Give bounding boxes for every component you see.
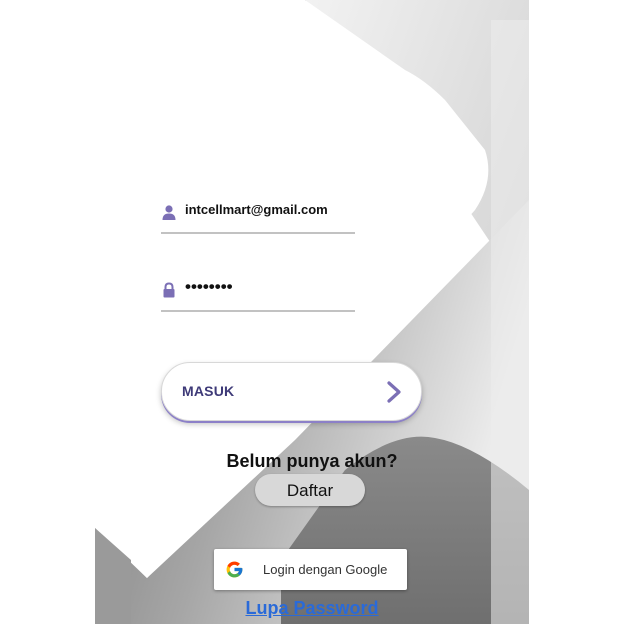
lock-icon	[163, 282, 175, 298]
password-value: ••••••••	[185, 277, 233, 296]
chevron-right-icon	[387, 381, 401, 403]
register-button[interactable]: Daftar	[255, 474, 365, 506]
login-screen: intcellmart@gmail.com •••••••• MASUK Bel…	[95, 0, 529, 624]
submit-button[interactable]: MASUK	[161, 362, 422, 421]
background-graphic	[95, 0, 529, 624]
submit-label: MASUK	[182, 383, 235, 399]
google-logo-icon	[226, 561, 243, 578]
password-field[interactable]: ••••••••	[161, 276, 355, 312]
google-login-button[interactable]: Login dengan Google	[214, 549, 407, 590]
user-icon	[162, 205, 176, 220]
email-value: intcellmart@gmail.com	[185, 202, 328, 217]
register-label: Daftar	[286, 481, 334, 500]
google-login-label: Login dengan Google	[263, 562, 388, 577]
no-account-text: Belum punya akun?	[226, 451, 398, 471]
email-field[interactable]: intcellmart@gmail.com	[161, 198, 355, 234]
forgot-password-link[interactable]: Lupa Password	[95, 598, 529, 619]
